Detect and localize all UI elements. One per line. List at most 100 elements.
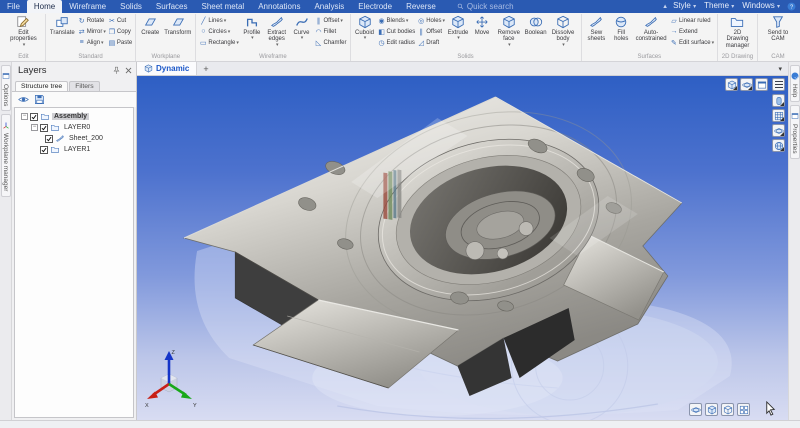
help-side-tab[interactable]: Help xyxy=(790,65,800,102)
cut-bodies-button[interactable]: ◧Cut bodies xyxy=(378,26,416,37)
selection-filter-button[interactable] xyxy=(772,109,785,122)
menu-wireframe[interactable]: Wireframe xyxy=(62,0,113,13)
sew-sheets-button[interactable]: Sew sheets xyxy=(585,14,609,44)
collapse-expander-icon[interactable]: − xyxy=(21,113,28,120)
align-button[interactable]: ≡Align▾ xyxy=(78,37,106,48)
paste-button[interactable]: ▤Paste xyxy=(108,37,132,48)
tree-item-assembly[interactable]: − Assembly xyxy=(15,111,133,122)
extrude-button[interactable]: Extrude▾ xyxy=(447,14,469,43)
fill-holes-button[interactable]: Fill holes xyxy=(610,14,632,44)
quick-search[interactable]: Quick search xyxy=(457,0,514,13)
offset-solid-button[interactable]: ∥Offset xyxy=(417,26,445,37)
wireframe-view-button[interactable] xyxy=(721,403,734,416)
assembly-checkbox[interactable] xyxy=(30,113,38,121)
move-button[interactable]: Move xyxy=(471,14,493,37)
copy-button[interactable]: ❐Copy xyxy=(108,26,132,37)
draft-button[interactable]: ◿Draft xyxy=(417,37,445,48)
translate-button[interactable]: Translate xyxy=(49,14,76,37)
workplane-manager-side-tab[interactable]: Workplane manager xyxy=(1,114,11,196)
properties-side-tab[interactable]: Properties xyxy=(790,105,800,159)
create-workplane-button[interactable]: Create xyxy=(139,14,161,37)
circles-button[interactable]: ○Circles▾ xyxy=(199,26,239,37)
layer1-checkbox[interactable] xyxy=(40,146,48,154)
profile-button[interactable]: Profile▾ xyxy=(241,14,263,43)
tile-views-button[interactable] xyxy=(737,403,750,416)
layer-visibility-icon[interactable] xyxy=(18,94,29,105)
linear-ruled-icon: ▱ xyxy=(670,17,678,25)
ribbon-group-surfaces: Sew sheets Fill holes Auto-constrained ▱… xyxy=(582,14,719,61)
render-mode-button[interactable] xyxy=(772,139,785,152)
tree-item-layer0[interactable]: − LAYER0 xyxy=(15,122,133,133)
grid-icon xyxy=(774,111,784,121)
cuboid-button[interactable]: Cuboid▾ xyxy=(354,14,376,43)
edit-surface-button[interactable]: ✎Edit surface▾ xyxy=(670,37,714,48)
menu-home[interactable]: Home xyxy=(27,0,62,13)
display-mode-button[interactable] xyxy=(772,94,785,107)
dropdown-caret-icon: ▾ xyxy=(23,43,26,48)
tab-list-caret-icon[interactable]: ▾ xyxy=(778,62,788,75)
extend-button[interactable]: →Extend xyxy=(670,26,714,37)
sheet200-checkbox[interactable] xyxy=(45,135,53,143)
send-to-cam-button[interactable]: Send to CAM xyxy=(761,14,795,44)
tab-filters[interactable]: Filters xyxy=(69,81,100,91)
viewport-3d[interactable]: X Y Z xyxy=(137,76,788,420)
edit-properties-button[interactable]: Edit properties▾ xyxy=(5,14,42,49)
menu-file[interactable]: File xyxy=(0,0,27,13)
menu-electrode[interactable]: Electrode xyxy=(351,0,399,13)
transform-workplane-button[interactable]: Transform xyxy=(163,14,192,37)
close-panel-icon[interactable] xyxy=(124,66,133,75)
2d-drawing-manager-button[interactable]: 2D Drawing manager xyxy=(721,14,754,50)
menu-surfaces[interactable]: Surfaces xyxy=(149,0,195,13)
fillet-button[interactable]: ◠Fillet xyxy=(315,26,347,37)
isometric-view-button[interactable] xyxy=(705,403,718,416)
layer0-checkbox[interactable] xyxy=(40,124,48,132)
collapse-ribbon-icon[interactable]: ▲ xyxy=(662,4,668,10)
view-orientation-button[interactable] xyxy=(725,78,738,91)
curve-button[interactable]: Curve▾ xyxy=(291,14,313,43)
menu-reverse[interactable]: Reverse xyxy=(399,0,443,13)
chevron-down-icon: ▾ xyxy=(731,4,734,10)
menu-solids[interactable]: Solids xyxy=(113,0,149,13)
collapse-expander-icon[interactable]: − xyxy=(31,124,38,131)
boolean-button[interactable]: Boolean xyxy=(525,14,547,37)
ribbon-group-2d-drawing: 2D Drawing manager 2D Drawing xyxy=(718,14,758,61)
offset-button[interactable]: ∥Offset▾ xyxy=(315,15,347,26)
holes-button[interactable]: ◎Holes▾ xyxy=(417,15,445,26)
rotate-button[interactable]: ↻Rotate xyxy=(78,15,106,26)
extract-edges-button[interactable]: Extract edges▾ xyxy=(265,14,289,49)
viewport-menu-button[interactable] xyxy=(772,78,785,91)
options-side-tab[interactable]: Options xyxy=(1,65,11,111)
edit-radius-button[interactable]: ◷Edit radius xyxy=(378,37,416,48)
help-icon[interactable] xyxy=(787,2,796,11)
linear-ruled-button[interactable]: ▱Linear ruled xyxy=(670,15,714,26)
view-rotate-button[interactable] xyxy=(772,124,785,137)
chamfer-button[interactable]: ◺Chamfer xyxy=(315,37,347,48)
save-layers-icon[interactable] xyxy=(34,94,45,105)
dissolve-body-button[interactable]: Dissolve body▾ xyxy=(549,14,578,49)
style-menu[interactable]: Style ▾ xyxy=(670,0,699,14)
2d-drawing-manager-icon xyxy=(730,15,744,29)
model-3d[interactable] xyxy=(137,76,788,420)
tree-item-layer1[interactable]: LAYER1 xyxy=(15,144,133,155)
rectangle-button[interactable]: ▭Rectangle▾ xyxy=(199,37,239,48)
tab-structure-tree[interactable]: Structure tree xyxy=(15,81,68,91)
remove-face-button[interactable]: Remove face▾ xyxy=(495,14,523,49)
cut-button[interactable]: ✂Cut xyxy=(108,15,132,26)
new-tab-button[interactable]: + xyxy=(197,62,214,75)
mirror-button[interactable]: ⇄Mirror▾ xyxy=(78,26,106,37)
zoom-button[interactable] xyxy=(740,78,753,91)
pin-panel-icon[interactable] xyxy=(112,66,121,75)
tab-dynamic[interactable]: Dynamic xyxy=(137,62,197,75)
menu-annotations[interactable]: Annotations xyxy=(251,0,307,13)
check-icon xyxy=(41,125,47,131)
auto-constrained-button[interactable]: Auto-constrained xyxy=(634,14,668,44)
windows-menu[interactable]: Windows ▾ xyxy=(739,0,783,14)
menu-sheet-metal[interactable]: Sheet metal xyxy=(195,0,252,13)
orbit-view-button[interactable] xyxy=(689,403,702,416)
theme-menu[interactable]: Theme ▾ xyxy=(701,0,737,14)
tree-item-sheet200[interactable]: Sheet_200 xyxy=(15,133,133,144)
blends-button[interactable]: ◉Blends▾ xyxy=(378,15,416,26)
menu-analysis[interactable]: Analysis xyxy=(307,0,351,13)
maximize-view-button[interactable] xyxy=(755,78,768,91)
lines-button[interactable]: ╱Lines▾ xyxy=(199,15,239,26)
